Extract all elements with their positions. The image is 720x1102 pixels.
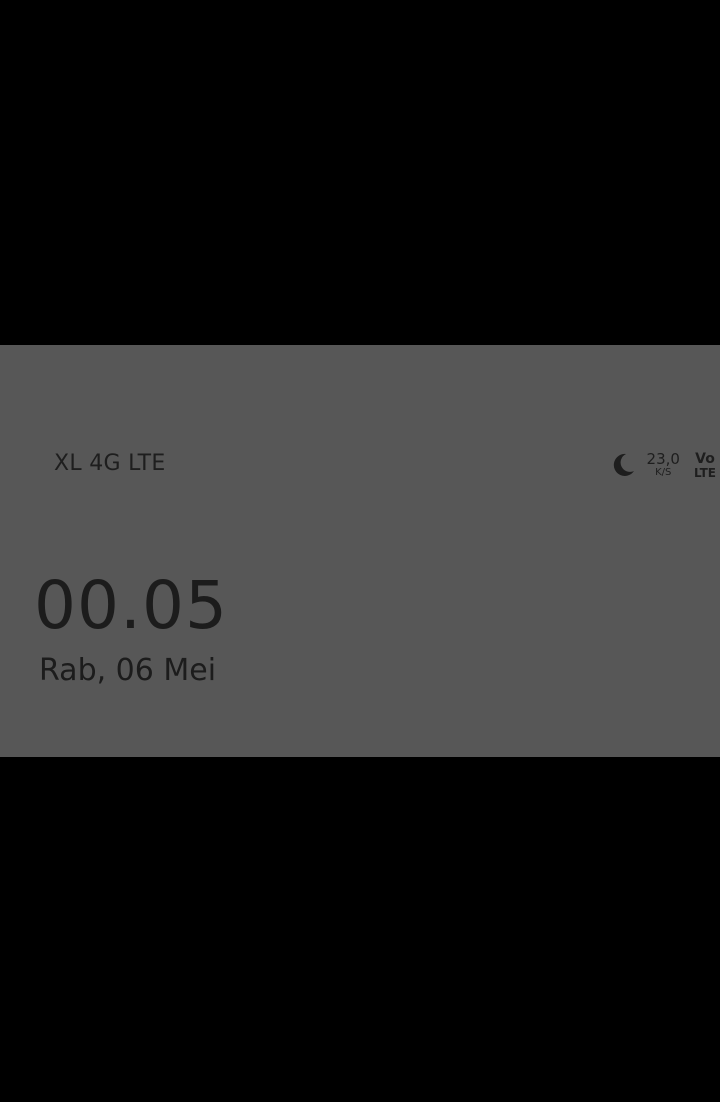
notification-shade-header: XL 4G LTE 23,0 K/S Vo LTE 00.05 Rab, 06 …	[0, 345, 720, 757]
volte-top-label: Vo	[695, 450, 715, 467]
network-speed-unit: K/S	[655, 467, 672, 478]
status-icons: 23,0 K/S Vo LTE	[609, 445, 716, 485]
carrier-label: XL 4G LTE	[54, 451, 166, 476]
moon-icon	[609, 451, 637, 479]
network-speed-value: 23,0	[646, 450, 680, 468]
network-speed-indicator: 23,0 K/S	[647, 452, 680, 478]
volte-indicator: Vo LTE	[694, 452, 716, 479]
screen: XL 4G LTE 23,0 K/S Vo LTE 00.05 Rab, 06 …	[0, 0, 720, 1102]
clock-time[interactable]: 00.05	[34, 567, 228, 644]
date-label[interactable]: Rab, 06 Mei	[39, 653, 216, 688]
volte-bottom-label: LTE	[693, 465, 716, 480]
